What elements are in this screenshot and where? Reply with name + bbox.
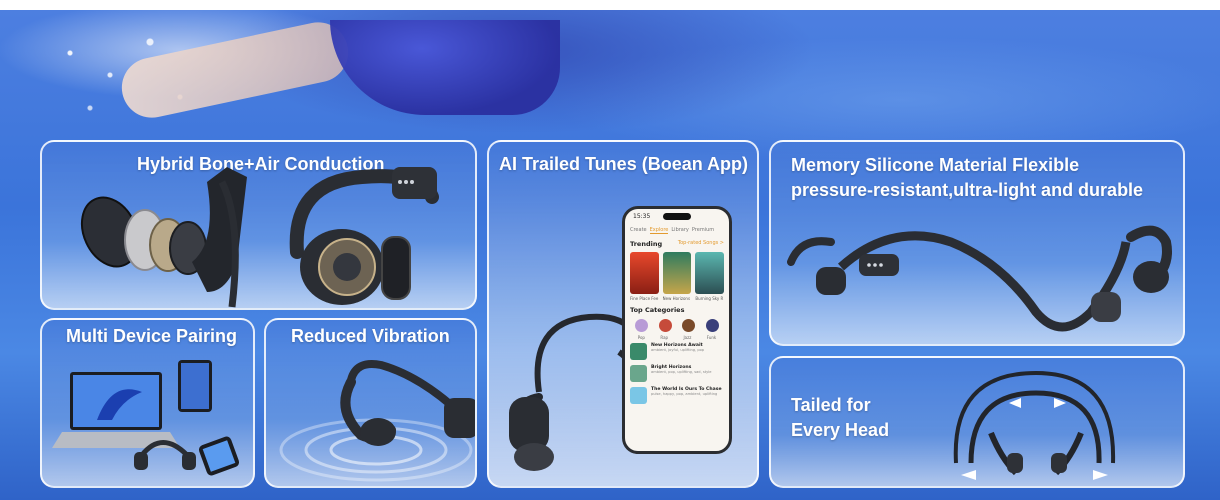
tailed-fit-panel: Tailed for Every Head	[769, 356, 1185, 488]
hybrid-conduction-panel: Hybrid Bone+Air Conduction	[40, 140, 477, 310]
phone-tabs: Create Explore Library Premium	[625, 223, 729, 238]
trending-caption: Fine Place Fee	[630, 296, 659, 301]
song-thumb	[630, 387, 647, 404]
phone-mockup: 15:35 Create Explore Library Premium Tre…	[622, 206, 732, 454]
category-avatar[interactable]	[705, 319, 719, 332]
trending-label: Trending	[630, 240, 663, 248]
category-label: Jazz	[683, 335, 692, 340]
category-avatar[interactable]	[658, 319, 672, 332]
categories-header: Top Categories	[625, 304, 729, 316]
list-item[interactable]: New Horizons Await ambient, joyful, uplif…	[630, 343, 724, 360]
reduced-vibration-panel: Reduced Vibration	[264, 318, 477, 488]
tab-explore[interactable]: Explore	[649, 227, 669, 234]
category-label: Rap	[660, 335, 669, 340]
water-ripple-illustration	[279, 360, 475, 482]
memory-silicone-panel: Memory Silicone Material Flexible pressu…	[769, 140, 1185, 346]
list-item[interactable]: The World Is Ours To Chase pulse, happy, …	[630, 387, 724, 404]
trending-caption: New Horizons	[662, 296, 691, 301]
category-label: Funk	[706, 335, 717, 340]
tab-library[interactable]: Library	[671, 227, 688, 234]
tab-premium[interactable]: Premium	[692, 227, 714, 234]
tab-create[interactable]: Create	[630, 227, 647, 234]
app-panel: AI Trailed Tunes (Boean App) 15:35 Creat…	[487, 140, 759, 488]
phone-notch	[663, 213, 691, 220]
song-tags: pulse, happy, pop, ambient, uplifting	[651, 392, 718, 396]
multi-device-panel: Multi Device Pairing	[40, 318, 255, 488]
swimmer-image	[330, 20, 560, 115]
trending-caption: Burning Sky R	[695, 296, 724, 301]
song-tags: ambient, pop, uplifting, sad, style	[651, 370, 712, 374]
trending-header: Trending Top-rated Songs >	[625, 238, 729, 250]
category-icons	[625, 316, 729, 335]
trending-captions: Fine Place Fee New Horizons Burning Sky …	[625, 296, 729, 301]
category-label: Pop	[637, 335, 645, 340]
song-thumb	[630, 365, 647, 382]
category-avatar[interactable]	[682, 319, 696, 332]
top-border	[0, 0, 1220, 10]
list-item[interactable]: Bright Horizons ambient, pop, uplifting, …	[630, 365, 724, 382]
trending-card[interactable]	[662, 252, 692, 294]
earphone-exploded-illustration	[80, 167, 439, 308]
trending-card[interactable]	[630, 252, 659, 294]
categories-label: Top Categories	[630, 306, 685, 314]
trending-card[interactable]	[695, 252, 725, 294]
category-avatar[interactable]	[635, 319, 649, 332]
flexible-headband-illustration	[787, 225, 1172, 332]
devices-illustration	[52, 360, 240, 476]
song-tags: ambient, joyful, uplifting, pop	[651, 348, 705, 352]
song-thumb	[630, 343, 647, 360]
song-list: New Horizons Await ambient, joyful, uplif…	[625, 340, 729, 412]
trending-cards	[625, 250, 729, 296]
adjustable-fit-illustration	[953, 370, 1116, 480]
trending-more-link[interactable]: Top-rated Songs >	[678, 240, 724, 248]
